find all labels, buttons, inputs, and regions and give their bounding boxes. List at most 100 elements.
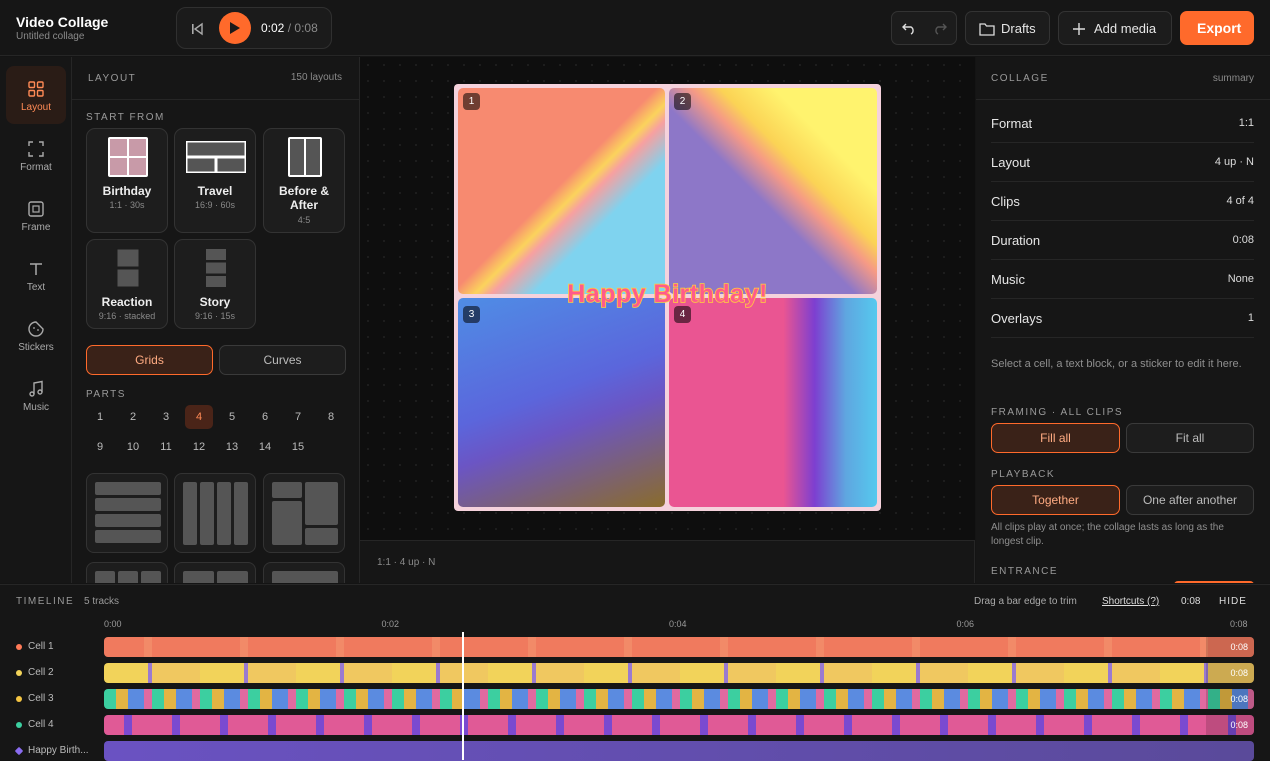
music-icon (29, 380, 43, 397)
part-option-5[interactable]: 5 (218, 405, 246, 429)
one-after-another-button[interactable]: One after another (1126, 485, 1254, 515)
part-option-8[interactable]: 8 (317, 405, 345, 429)
timeline: TIMELINE 5 tracks Drag a bar edge to tri… (0, 584, 1270, 761)
rail-item-music[interactable]: Music (6, 366, 66, 424)
track-label: Happy Birth... (28, 745, 89, 756)
history-controls (891, 11, 957, 45)
rail-label-layout: Layout (20, 102, 52, 113)
part-option-10[interactable]: 10 (119, 435, 147, 459)
track-end-time: 0:08 (1206, 637, 1254, 657)
part-option-11[interactable]: 11 (152, 435, 180, 459)
collage-header: COLLAGE (991, 73, 1049, 84)
total-time: 0:08 (294, 21, 318, 35)
template-birthday[interactable]: Birthday 1:1 · 30s (86, 128, 168, 233)
playback-hint: All clips play at once; the collage last… (991, 522, 1224, 547)
template-travel[interactable]: Travel 16:9 · 60s (174, 128, 256, 233)
track-label: Cell 1 (28, 641, 54, 652)
part-option-7[interactable]: 7 (284, 405, 312, 429)
template-before-after-thumb (288, 137, 322, 177)
timeline-time: 0:08 (1181, 596, 1201, 607)
part-option-4[interactable]: 4 (185, 405, 213, 429)
part-option-9[interactable]: 9 (86, 435, 114, 459)
track-color-dot (16, 696, 22, 702)
track-end-time: 0:08 (1206, 715, 1254, 735)
collage-cell[interactable]: 4 (669, 298, 877, 507)
template-story[interactable]: Story 9:16 · 15s (174, 239, 256, 329)
add-media-button[interactable]: Add media (1058, 11, 1172, 45)
template-before-after[interactable]: Before & After 4:5 (263, 128, 345, 233)
together-button[interactable]: Together (991, 485, 1120, 515)
track-color-dot (14, 746, 24, 756)
cell-number: 1 (463, 93, 480, 110)
playhead[interactable] (462, 632, 464, 760)
tracks-count: 5 tracks (84, 596, 120, 607)
fill-all-button[interactable]: Fill all (991, 423, 1120, 453)
entrance-option[interactable] (1174, 581, 1254, 583)
collage-cell[interactable]: 1 (458, 88, 665, 294)
summary-key: Clips (991, 194, 1020, 209)
timeline-label: TIMELINE (16, 596, 75, 607)
rail-item-frame[interactable]: Frame (6, 186, 66, 244)
track-bar[interactable]: 0:08 (104, 637, 1254, 657)
track-bar[interactable]: 0:08 (104, 663, 1254, 683)
part-option-14[interactable]: 14 (251, 435, 279, 459)
collage-cell[interactable]: 3 (458, 298, 665, 507)
summary-key: Format (991, 116, 1033, 131)
summary-value: 4 of 4 (1226, 195, 1254, 207)
rail-item-layout[interactable]: Layout (6, 66, 66, 124)
play-icon (230, 22, 240, 34)
track-label: Cell 4 (28, 719, 54, 730)
summary-row-overlays: Overlays 1 (991, 299, 1254, 338)
export-button[interactable]: Export (1180, 11, 1254, 45)
track-color-dot (16, 670, 22, 676)
text-icon (30, 263, 42, 275)
rail-item-format[interactable]: Format (6, 126, 66, 184)
redo-icon[interactable] (932, 20, 948, 36)
track-bar[interactable] (104, 741, 1254, 761)
track-bar[interactable]: 0:08 (104, 689, 1254, 709)
mode-tab-curves[interactable]: Curves (219, 345, 346, 375)
skip-back-icon[interactable] (189, 21, 205, 37)
track-color-dot (16, 644, 22, 650)
part-option-1[interactable]: 1 (86, 405, 114, 429)
layout-option[interactable] (86, 562, 168, 583)
summary-value: 4 up · N (1214, 156, 1254, 168)
play-button[interactable] (219, 12, 251, 44)
layout-option[interactable] (263, 562, 345, 583)
fit-all-button[interactable]: Fit all (1126, 423, 1254, 453)
tool-rail: Layout Format Frame Text Stickers Music (0, 57, 72, 583)
track-bar[interactable]: 0:08 (104, 715, 1254, 735)
part-option-12[interactable]: 12 (185, 435, 213, 459)
rail-label-format: Format (20, 162, 52, 173)
track-end-time: 0:08 (1206, 689, 1254, 709)
template-reaction[interactable]: Reaction 9:16 · stacked (86, 239, 168, 329)
part-option-13[interactable]: 13 (218, 435, 246, 459)
undo-icon[interactable] (901, 20, 917, 36)
summary-row-music: Music None (991, 260, 1254, 299)
part-option-6[interactable]: 6 (251, 405, 279, 429)
part-option-15[interactable]: 15 (284, 435, 312, 459)
template-meta: 9:16 · stacked (98, 311, 156, 321)
rail-item-text[interactable]: Text (6, 246, 66, 304)
part-option-2[interactable]: 2 (119, 405, 147, 429)
rail-item-stickers[interactable]: Stickers (6, 306, 66, 364)
current-time: 0:02 (261, 21, 285, 35)
collage-cell[interactable]: 2 (669, 88, 877, 294)
layout-option[interactable] (174, 473, 256, 553)
summary-row-clips: Clips 4 of 4 (991, 182, 1254, 221)
text-overlay[interactable]: Happy Birthday! (454, 279, 881, 309)
part-option-3[interactable]: 3 (152, 405, 180, 429)
ruler-tick-label: 0:02 (381, 619, 400, 629)
drafts-button[interactable]: Drafts (965, 11, 1050, 45)
layout-option[interactable] (86, 473, 168, 553)
summary-row-layout: Layout 4 up · N (991, 143, 1254, 182)
layout-option[interactable] (174, 562, 256, 583)
trim-hint: Drag a bar edge to trim (974, 596, 1077, 607)
layout-option[interactable] (263, 473, 345, 553)
time-readout: 0:02 / 0:08 (261, 21, 318, 35)
collage-name: Untitled collage (16, 31, 85, 42)
template-name: Reaction (101, 295, 153, 309)
shortcuts-link[interactable]: Shortcuts (?) (1102, 596, 1159, 607)
mode-tab-grids[interactable]: Grids (86, 345, 213, 375)
hide-button[interactable]: HIDE (1219, 596, 1247, 607)
